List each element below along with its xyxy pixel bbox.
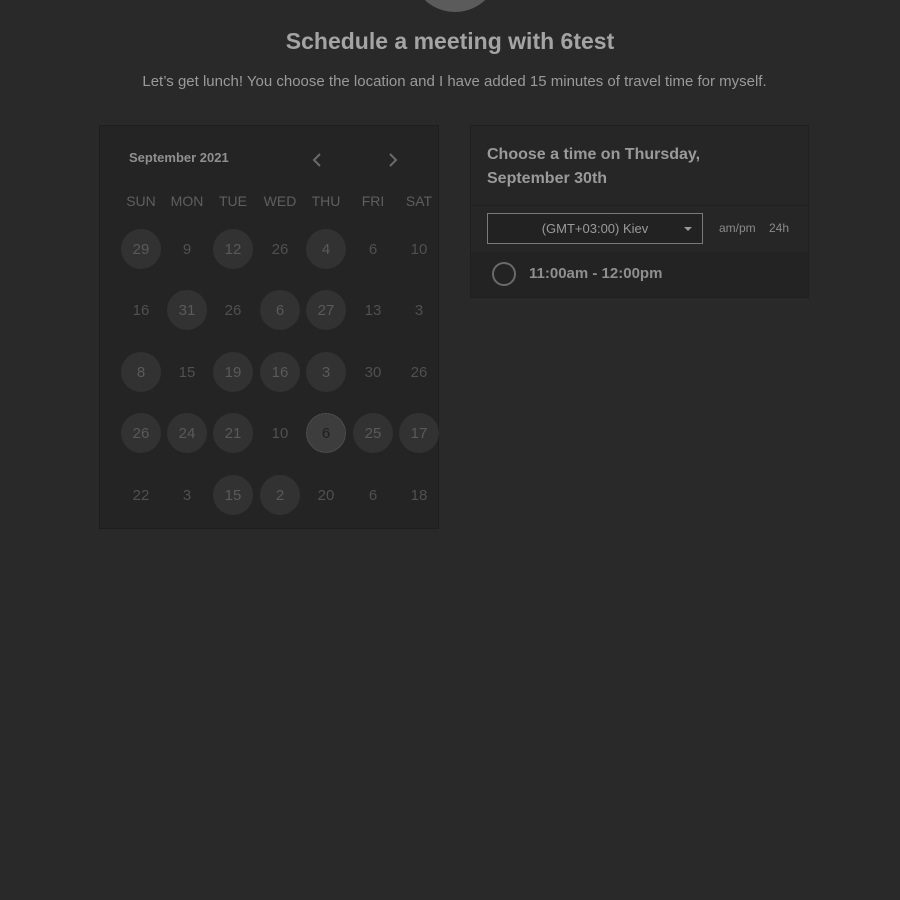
time-panel-title: Choose a time on Thursday, September 30t… [487,146,701,187]
calendar-day[interactable]: 21 [213,413,253,453]
calendar-day[interactable]: 26 [121,413,161,453]
calendar-day[interactable]: 25 [353,413,393,453]
calendar-day: 3 [414,301,424,319]
calendar-day: 30 [364,363,382,381]
calendar-day[interactable]: 15 [213,475,253,515]
calendar-day: 6 [368,240,378,258]
calendar-day: 15 [178,363,196,381]
calendar-day[interactable]: 29 [121,229,161,269]
calendar-day[interactable]: 12 [213,229,253,269]
scheduling-page: Schedule a meeting with 6test Let’s get … [0,0,900,900]
calendar-day: 10 [271,424,289,442]
calendar-day[interactable]: 16 [260,352,300,392]
host-avatar [410,0,500,12]
calendar-day[interactable]: 24 [167,413,207,453]
calendar-day[interactable]: 3 [306,352,346,392]
timezone-select[interactable]: (GMT+03:00) Kiev [487,213,703,244]
weekday-header: SUN MON TUE WED THU FRI SAT [100,193,440,211]
weekday-sat: SAT [405,193,433,209]
calendar-day: 20 [317,486,335,504]
calendar-month-label: September 2021 [129,150,229,165]
weekday-tue: TUE [219,193,247,209]
calendar-day: 22 [132,486,150,504]
time-slot-option[interactable]: 11:00am - 12:00pm [471,252,808,297]
weekday-wed: WED [263,193,297,209]
chevron-left-icon [312,153,321,167]
calendar-day-selected[interactable]: 6 [306,413,346,453]
weekday-mon: MON [170,193,204,209]
calendar-day: 26 [224,301,242,319]
format-ampm-toggle[interactable]: am/pm [719,221,756,235]
calendar-day: 26 [410,363,428,381]
page-title: Schedule a meeting with 6test [285,28,615,54]
calendar-day: 9 [182,240,192,258]
previous-month-button[interactable] [307,150,327,170]
next-month-button[interactable] [383,150,403,170]
time-slot-label: 11:00am - 12:00pm [529,265,663,282]
calendar-day[interactable]: 31 [167,290,207,330]
weekday-sun: SUN [126,193,156,209]
weekday-fri: FRI [361,193,385,209]
page-description: Let’s get lunch! You choose the location… [142,73,767,90]
calendar-day: 18 [410,486,428,504]
calendar-day: 3 [182,486,192,504]
caret-down-icon [684,227,692,231]
date-picker-calendar: September 2021 SUN MON TUE WED THU FRI SAT 29 9… [99,125,439,529]
calendar-day: 16 [132,301,150,319]
chevron-right-icon [389,153,398,167]
calendar-day[interactable]: 27 [306,290,346,330]
calendar-day: 26 [271,240,289,258]
format-24h-toggle[interactable]: 24h [769,221,789,235]
calendar-day[interactable]: 19 [213,352,253,392]
timezone-value: (GMT+03:00) Kiev [541,221,649,236]
calendar-day: 6 [368,486,378,504]
calendar-day[interactable]: 8 [121,352,161,392]
weekday-thu: THU [311,193,341,209]
time-selection-panel: Choose a time on Thursday, September 30t… [470,125,809,298]
calendar-day[interactable]: 17 [399,413,439,453]
calendar-day[interactable]: 4 [306,229,346,269]
calendar-day[interactable]: 2 [260,475,300,515]
calendar-day: 13 [364,301,382,319]
calendar-day: 10 [410,240,428,258]
time-panel-header: Choose a time on Thursday, September 30t… [471,126,808,206]
radio-circle-icon[interactable] [492,262,516,286]
calendar-day[interactable]: 6 [260,290,300,330]
